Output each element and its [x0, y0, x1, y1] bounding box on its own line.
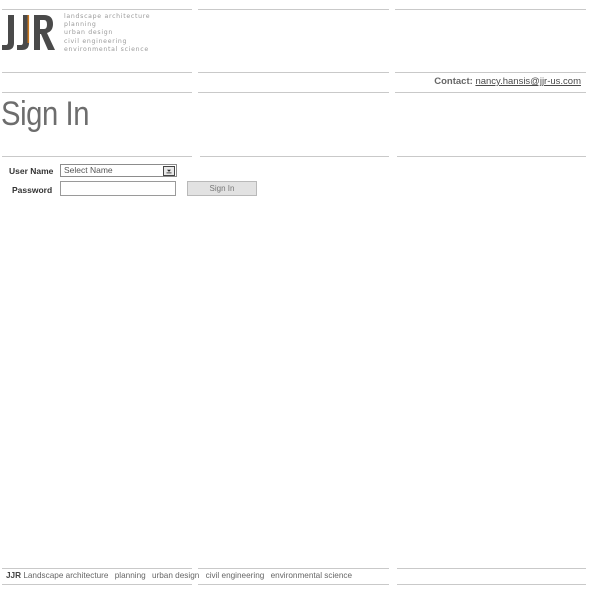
footer-item: environmental science — [270, 571, 353, 580]
contact-info: Contact: nancy.hansis@jjr-us.com — [434, 76, 581, 87]
header-rule-low-col1 — [2, 92, 192, 93]
tagline-line: landscape architecture — [64, 13, 151, 20]
header-rule-top-col2 — [198, 9, 389, 10]
footer-brand: JJR — [6, 571, 22, 580]
header-rule-mid-col3 — [395, 72, 586, 73]
password-field[interactable] — [60, 181, 176, 196]
footer-item: planning — [114, 571, 146, 580]
header-rule-mid-col2 — [198, 72, 389, 73]
footer-rule-top-col3 — [397, 568, 586, 569]
header-rule-low-col3 — [395, 92, 586, 93]
contact-email-link[interactable]: nancy.hansis@jjr-us.com — [475, 76, 581, 87]
tagline-line: environmental science — [64, 45, 149, 53]
jjr-logo-mark — [2, 15, 55, 50]
footer-item: Landscape architecture — [23, 571, 109, 580]
title-rule-col2 — [200, 156, 389, 157]
logo-tagline: landscape architecture planning urban de… — [64, 13, 150, 54]
footer-rule-bottom-col3 — [397, 584, 586, 585]
tagline-line: planning — [64, 21, 97, 29]
username-label: User Name — [9, 166, 54, 176]
footer-rule-bottom-col2 — [198, 584, 389, 585]
contact-label: Contact: — [434, 76, 473, 87]
username-select-value: Select Name — [64, 165, 113, 175]
footer-rule-top-col2 — [198, 568, 389, 569]
header-rule-top-col1 — [2, 9, 192, 10]
footer-item: urban design — [151, 571, 200, 580]
footer-rule-bottom-col1 — [2, 584, 192, 585]
title-rule-col1 — [2, 156, 192, 157]
header-rule-mid-col1 — [2, 72, 192, 73]
password-label: Password — [12, 185, 53, 195]
tagline-line: civil engineering — [64, 37, 128, 45]
tagline-line: urban design — [64, 29, 113, 37]
title-rule-col3 — [397, 156, 586, 157]
header-rule-low-col2 — [198, 92, 389, 93]
header-rule-top-col3 — [395, 9, 586, 10]
username-select[interactable]: Select Name — [60, 164, 177, 177]
brand-logo[interactable]: landscape architecture planning urban de… — [1, 13, 181, 57]
page-title: Sign In — [1, 95, 90, 133]
footer: JJR Landscape architecture planning urba… — [6, 571, 356, 580]
dropdown-arrow-icon[interactable] — [163, 166, 175, 176]
footer-item: civil engineering — [205, 571, 265, 580]
footer-rule-top-col1 — [2, 568, 192, 569]
sign-in-button[interactable]: Sign In — [187, 181, 257, 196]
